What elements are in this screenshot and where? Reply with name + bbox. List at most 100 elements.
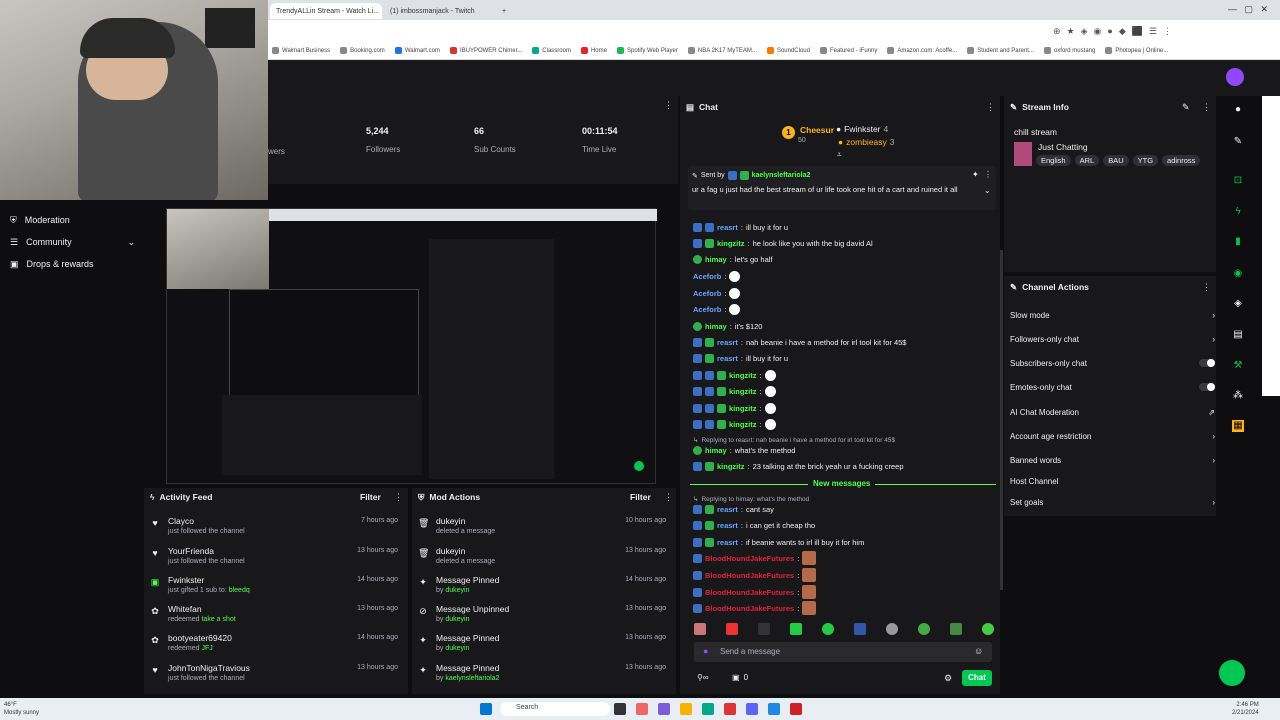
emote-3[interactable] xyxy=(758,623,770,635)
window-controls[interactable]: — ▢ ✕ xyxy=(1228,4,1268,15)
mic-icon[interactable]: ● xyxy=(703,646,708,656)
action-subscribers-only[interactable]: Subscribers-only chat xyxy=(1010,353,1215,373)
activity-item[interactable]: ✿ bootyeater69420 redeemed JFJ 14 hours ago xyxy=(144,631,404,660)
bookmark-item[interactable]: Student and Parent... xyxy=(967,47,1034,54)
new-tab-button[interactable]: + xyxy=(496,3,510,19)
discord-icon[interactable] xyxy=(746,703,758,715)
emote-9[interactable] xyxy=(950,623,962,635)
action-account-age[interactable]: Account age restriction › xyxy=(1010,426,1215,446)
edge-icon[interactable] xyxy=(702,703,714,715)
activity-more-icon[interactable]: ⋮ xyxy=(394,492,403,503)
chat-send-button[interactable]: Chat xyxy=(962,670,992,686)
emote-4[interactable] xyxy=(790,623,802,635)
unpin-icon[interactable]: ✦ xyxy=(972,170,979,179)
pinned-message[interactable]: ✎ Sent by kaelynsleftariola2 ur a fag u ju… xyxy=(688,166,996,210)
app-icon[interactable] xyxy=(768,703,780,715)
stream-preview[interactable] xyxy=(166,208,657,484)
app-icon[interactable] xyxy=(658,703,670,715)
lightning-icon[interactable]: ϟ xyxy=(1232,206,1244,218)
chat-message[interactable]: reasrt: nah beanie i have a method for ir… xyxy=(693,335,906,349)
mod-item[interactable]: ⊘ Message Unpinned by dukeyin 13 hours ago xyxy=(412,602,672,631)
leaderboard-second[interactable]: ● Fwinkster 4 xyxy=(836,124,888,134)
mod-item[interactable]: 🗑 dukeyin deleted a message 10 hours ago xyxy=(412,514,672,543)
action-slow-mode[interactable]: Slow mode › xyxy=(1010,305,1215,325)
bookmark-item[interactable]: SoundCloud xyxy=(766,47,810,54)
chevron-down-icon[interactable]: ⌄ xyxy=(984,186,991,195)
toolbar-icons[interactable]: ⊕★◈◉●◆⬛☰⋮ xyxy=(1053,26,1178,37)
chat-message[interactable]: BloodHoundJakeFutures: xyxy=(693,585,817,599)
mod-item[interactable]: ✦ Message Pinned by dukeyin 14 hours ago xyxy=(412,573,672,602)
tag[interactable]: ARL xyxy=(1074,155,1100,166)
chat-more-icon[interactable]: ⋮ xyxy=(986,102,995,113)
chat-settings-icon[interactable]: ⚙ xyxy=(944,673,952,684)
chat-message[interactable]: reasrt: i can get it cheap tho xyxy=(693,518,815,532)
chat-message[interactable]: himay: what's the method xyxy=(693,443,795,457)
activity-item[interactable]: ♥ YourFrienda just followed the channel 13 … xyxy=(144,544,404,573)
stream-category[interactable]: Just Chatting xyxy=(1038,142,1088,152)
activity-item[interactable]: ✿ Whitefan redeemed take a shot 13 hours ag… xyxy=(144,602,404,631)
emote-5[interactable] xyxy=(822,623,834,635)
bookmark-item[interactable]: Photopea | Online... xyxy=(1105,47,1168,54)
share-icon[interactable]: ⁂ xyxy=(1232,390,1244,402)
mod-item[interactable]: ✦ Message Pinned by dukeyin 13 hours ago xyxy=(412,631,672,660)
clock[interactable]: 2:46 PM 2/21/2024 xyxy=(1232,701,1259,717)
bookmark-item[interactable]: IBUYPOWER Chimer... xyxy=(449,47,522,54)
activity-item[interactable]: ▣ Fwinkster just gifted 1 sub to: bleedq 14… xyxy=(144,573,404,602)
app-icon[interactable] xyxy=(790,703,802,715)
emote-7[interactable] xyxy=(886,623,898,635)
weather-widget[interactable]: 46°F Mostly sunny xyxy=(4,701,39,717)
chat-message[interactable]: Aceforb: xyxy=(693,269,743,283)
chat-message[interactable]: BloodHoundJakeFutures: xyxy=(693,601,817,615)
mod-filter-button[interactable]: Filter xyxy=(630,492,651,502)
chat-input[interactable]: ● Send a message ☺ xyxy=(694,642,992,662)
nav-drops-rewards[interactable]: ▣ Drops & rewards xyxy=(10,253,94,275)
tab-active[interactable]: TrendyALLin Stream - Watch Li... xyxy=(270,3,382,19)
activity-item[interactable]: ♥ Clayco just followed the channel 7 hours … xyxy=(144,514,404,543)
toggle-switch[interactable] xyxy=(1199,383,1215,391)
bookmark-item[interactable]: oxford mustang xyxy=(1043,47,1095,54)
mod-item[interactable]: ✦ Message Pinned by kaelynsleftariola2 13 h… xyxy=(412,661,672,690)
chat-message[interactable]: reasrt: cant say xyxy=(693,502,774,516)
emote-2[interactable] xyxy=(726,623,738,635)
chat-message[interactable]: kingzitz: xyxy=(693,401,779,415)
clipboard-icon[interactable]: ▦ xyxy=(1232,420,1244,432)
start-icon[interactable] xyxy=(480,703,492,715)
bookmark-item[interactable]: Booking.com xyxy=(340,47,385,54)
tag[interactable]: English xyxy=(1036,155,1071,166)
taskbar-search[interactable]: Search xyxy=(500,702,610,716)
pinned-more-icon[interactable]: ⋮ xyxy=(984,170,992,179)
action-set-goals[interactable]: Set goals › xyxy=(1010,492,1215,512)
bookmark-item[interactable]: Classroom xyxy=(532,47,571,54)
bookmark-item[interactable]: Spotify Web Player xyxy=(616,47,678,54)
emote-6[interactable] xyxy=(854,623,866,635)
crop-icon[interactable]: ⊡ xyxy=(1232,175,1244,187)
pencil-icon[interactable]: ✎ xyxy=(1232,136,1244,148)
chat-message[interactable]: himay: let's go half xyxy=(693,252,773,266)
action-host-channel[interactable]: Host Channel xyxy=(1010,471,1215,491)
emote-8[interactable] xyxy=(918,623,930,635)
tag[interactable]: BAU xyxy=(1103,155,1129,166)
info-icon[interactable]: ● xyxy=(1232,104,1244,116)
chat-message[interactable]: reasrt: ill buy it for u xyxy=(693,351,788,365)
stream-info-more-icon[interactable]: ⋮ xyxy=(1202,102,1211,113)
leaderboard-third[interactable]: ● zombieasy 3 xyxy=(838,137,895,147)
action-emotes-only[interactable]: Emotes-only chat xyxy=(1010,377,1215,397)
channel-points[interactable]: ▣ 0 xyxy=(732,673,748,682)
chat-message[interactable]: BloodHoundJakeFutures: xyxy=(693,551,817,565)
address-bar[interactable]: ⊕★◈◉●◆⬛☰⋮ xyxy=(268,20,1280,42)
emote-picker-icon[interactable]: ☺ xyxy=(974,646,983,656)
chat-message[interactable]: Aceforb: xyxy=(693,286,743,300)
activity-filter-button[interactable]: Filter xyxy=(360,492,381,502)
action-banned-words[interactable]: Banned words › xyxy=(1010,450,1215,470)
chat-message[interactable]: kingzitz: xyxy=(693,417,779,431)
emote-10[interactable] xyxy=(982,623,994,635)
activity-item[interactable]: ♥ JohnTonNigaTravious just followed the ch… xyxy=(144,661,404,690)
bookmark-item[interactable]: Walmart.com xyxy=(394,47,440,54)
action-ai-moderation[interactable]: AI Chat Moderation ⇗ xyxy=(1010,402,1215,422)
tab-twitch[interactable]: (1) imbossmanjack - Twitch xyxy=(384,3,506,19)
chat-message[interactable]: BloodHoundJakeFutures: xyxy=(693,568,817,582)
bookmark-item[interactable]: Featured - iFunny xyxy=(819,47,877,54)
chat-message[interactable]: kingzitz: xyxy=(693,368,779,382)
emote-1[interactable] xyxy=(694,623,706,635)
edit-icon[interactable]: ✎ xyxy=(1182,102,1190,113)
